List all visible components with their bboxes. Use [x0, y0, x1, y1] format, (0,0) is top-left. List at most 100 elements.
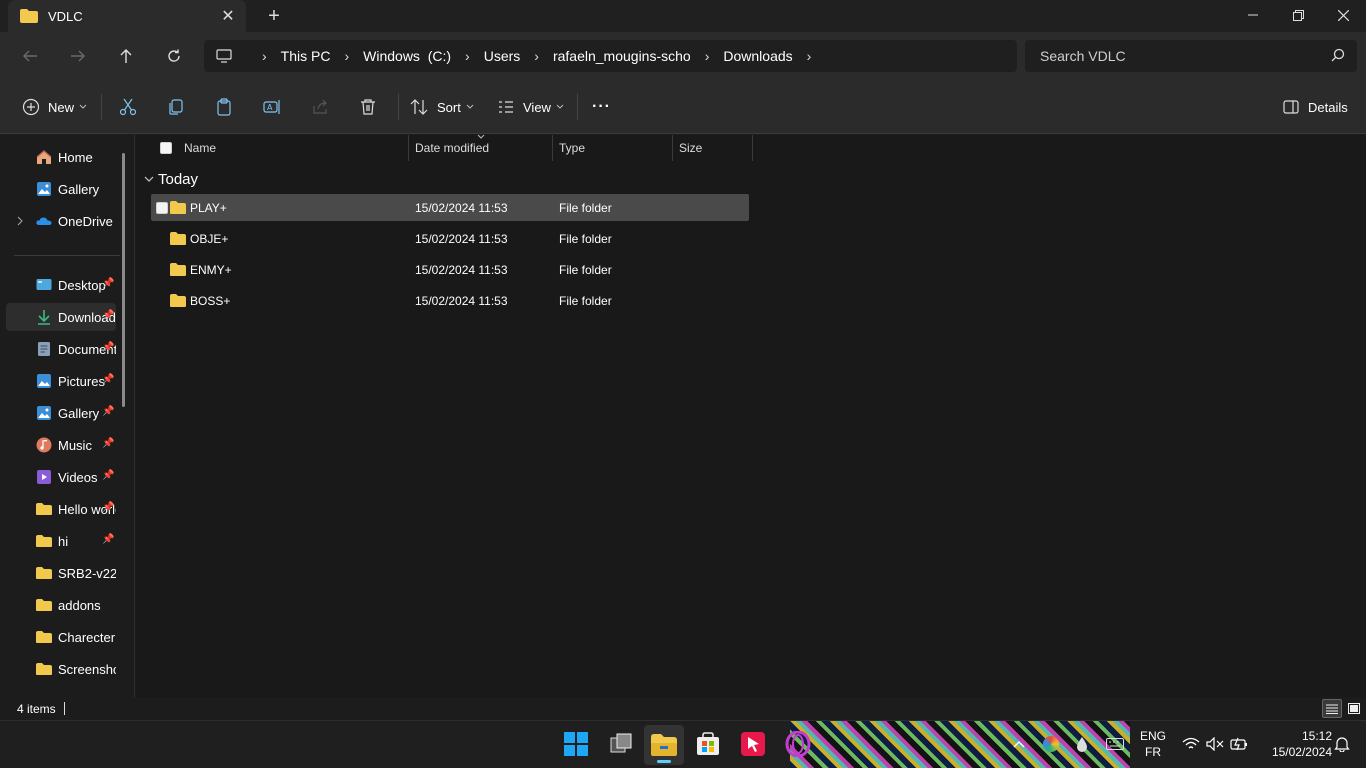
videos-icon: [37, 470, 51, 484]
window-tab[interactable]: VDLC ✕: [8, 0, 246, 32]
pointer-app-icon: [741, 732, 765, 756]
sidebar-item-videos[interactable]: Videos 📌: [6, 463, 116, 491]
breadcrumb-item[interactable]: Downloads: [723, 48, 792, 64]
new-tab-button[interactable]: +: [262, 4, 286, 28]
sidebar-item-label: OneDrive: [58, 213, 113, 229]
sidebar-item-folder[interactable]: addons: [6, 591, 116, 619]
sidebar-item-onedrive[interactable]: OneDrive: [6, 207, 116, 235]
column-header-type[interactable]: Type: [559, 135, 585, 161]
wifi-signal-icon: [1182, 737, 1200, 749]
chevron-right-icon[interactable]: ›: [807, 48, 812, 64]
file-type: File folder: [559, 231, 612, 246]
delete-button[interactable]: [359, 94, 377, 120]
task-view-button[interactable]: [608, 731, 634, 757]
sidebar-item-folder[interactable]: SRB2-v2213: [6, 559, 116, 587]
refresh-button[interactable]: [162, 44, 186, 68]
chevron-down-icon: [144, 176, 154, 182]
language-indicator[interactable]: ENG FR: [1138, 729, 1168, 759]
new-button[interactable]: New: [22, 94, 87, 120]
column-header-name[interactable]: Name: [184, 135, 216, 161]
copy-button[interactable]: [167, 94, 185, 120]
sidebar-item-folder[interactable]: hi 📌: [6, 527, 116, 555]
sidebar-item-home[interactable]: Home: [6, 143, 116, 171]
select-all-checkbox[interactable]: [160, 135, 172, 161]
group-header-today[interactable]: Today: [144, 169, 198, 189]
file-row[interactable]: ENMY+ 15/02/2024 11:53 File folder: [151, 256, 749, 283]
chevron-right-icon[interactable]: ›: [705, 48, 710, 64]
file-type: File folder: [559, 293, 612, 308]
restore-button[interactable]: [1275, 0, 1321, 30]
divider: [408, 135, 409, 161]
column-header-size[interactable]: Size: [679, 135, 702, 161]
column-header-date[interactable]: Date modified: [415, 134, 489, 161]
up-button[interactable]: [114, 44, 138, 68]
sidebar-item-downloads[interactable]: Downloads 📌: [6, 303, 116, 331]
sidebar-item-gallery[interactable]: Gallery: [6, 175, 116, 203]
opera-button[interactable]: [785, 730, 811, 758]
app-button[interactable]: [740, 731, 766, 757]
sidebar-item-folder[interactable]: Charecter r: [6, 623, 116, 651]
chevron-right-icon[interactable]: ›: [534, 48, 539, 64]
keyboard-tray-icon[interactable]: [1106, 737, 1124, 751]
show-hidden-icons-button[interactable]: [1010, 735, 1028, 753]
sidebar-item-folder[interactable]: Hello world 📌: [6, 495, 116, 523]
drop-tray-icon[interactable]: [1076, 736, 1088, 752]
cut-button[interactable]: [119, 94, 137, 120]
sidebar-item-music[interactable]: Music 📌: [6, 431, 116, 459]
breadcrumb[interactable]: › This PC › Windows (C:) › Users › rafae…: [204, 40, 1017, 72]
search-input[interactable]: Search VDLC: [1025, 40, 1357, 72]
divider: [552, 135, 553, 161]
folder-icon: [651, 734, 677, 756]
close-tab-button[interactable]: ✕: [218, 6, 238, 26]
tiles-view-button[interactable]: [1344, 699, 1364, 718]
file-type: File folder: [559, 200, 612, 215]
minimize-button[interactable]: [1230, 0, 1276, 30]
chevron-right-icon[interactable]: ›: [465, 48, 470, 64]
breadcrumb-item[interactable]: rafaeln_mougins-scho: [553, 48, 691, 64]
sidebar-item-desktop[interactable]: Desktop 📌: [6, 271, 116, 299]
breadcrumb-item[interactable]: Users: [484, 48, 521, 64]
forward-button[interactable]: [66, 44, 90, 68]
sort-button[interactable]: Sort: [410, 94, 474, 120]
windows-icon: [564, 732, 588, 756]
file-explorer-taskbar-button[interactable]: [644, 725, 684, 765]
sidebar-item-pictures[interactable]: Pictures 📌: [6, 367, 116, 395]
sidebar-item-gallery[interactable]: Gallery 📌: [6, 399, 116, 427]
chevron-right-icon[interactable]: ›: [262, 48, 267, 64]
view-button[interactable]: View: [498, 94, 564, 120]
wifi-icon[interactable]: [1182, 737, 1200, 751]
sidebar-scrollbar[interactable]: [122, 153, 125, 407]
file-row[interactable]: OBJE+ 15/02/2024 11:53 File folder: [151, 225, 749, 252]
sidebar-item-label: Gallery: [58, 181, 100, 197]
folder-icon: [170, 201, 186, 214]
details-view-button[interactable]: [1322, 699, 1342, 718]
sort-label: Sort: [437, 99, 461, 115]
file-row[interactable]: BOSS+ 15/02/2024 11:53 File folder: [151, 287, 749, 314]
close-icon: [1337, 9, 1349, 21]
list-view-icon: [1326, 704, 1338, 714]
back-button[interactable]: [18, 44, 42, 68]
gallery-icon: [37, 182, 51, 196]
breadcrumb-item[interactable]: This PC: [281, 48, 331, 64]
breadcrumb-item[interactable]: Windows (C:): [363, 48, 451, 64]
start-button[interactable]: [563, 731, 589, 757]
paste-button[interactable]: [215, 94, 233, 120]
notifications-button[interactable]: [1334, 736, 1350, 753]
details-button[interactable]: Details: [1283, 94, 1348, 120]
battery-icon[interactable]: [1230, 737, 1248, 751]
opera-icon: [785, 730, 811, 758]
share-button[interactable]: [311, 94, 329, 120]
volume-muted-icon[interactable]: [1206, 736, 1224, 752]
see-more-button[interactable]: ···: [592, 94, 611, 120]
clock[interactable]: 15:12 15/02/2024: [1258, 729, 1332, 759]
chrome-tray-icon[interactable]: [1043, 736, 1059, 752]
sidebar-item-documents[interactable]: Documents 📌: [6, 335, 116, 363]
file-row[interactable]: PLAY+ 15/02/2024 11:53 File folder: [151, 194, 749, 221]
checkbox[interactable]: [156, 201, 168, 214]
chevron-right-icon[interactable]: ›: [344, 48, 349, 64]
checkbox[interactable]: [160, 142, 172, 154]
rename-button[interactable]: A: [263, 94, 281, 120]
close-window-button[interactable]: [1320, 0, 1366, 30]
sidebar-item-folder[interactable]: Screenshots: [6, 655, 116, 683]
store-button[interactable]: [695, 731, 721, 757]
